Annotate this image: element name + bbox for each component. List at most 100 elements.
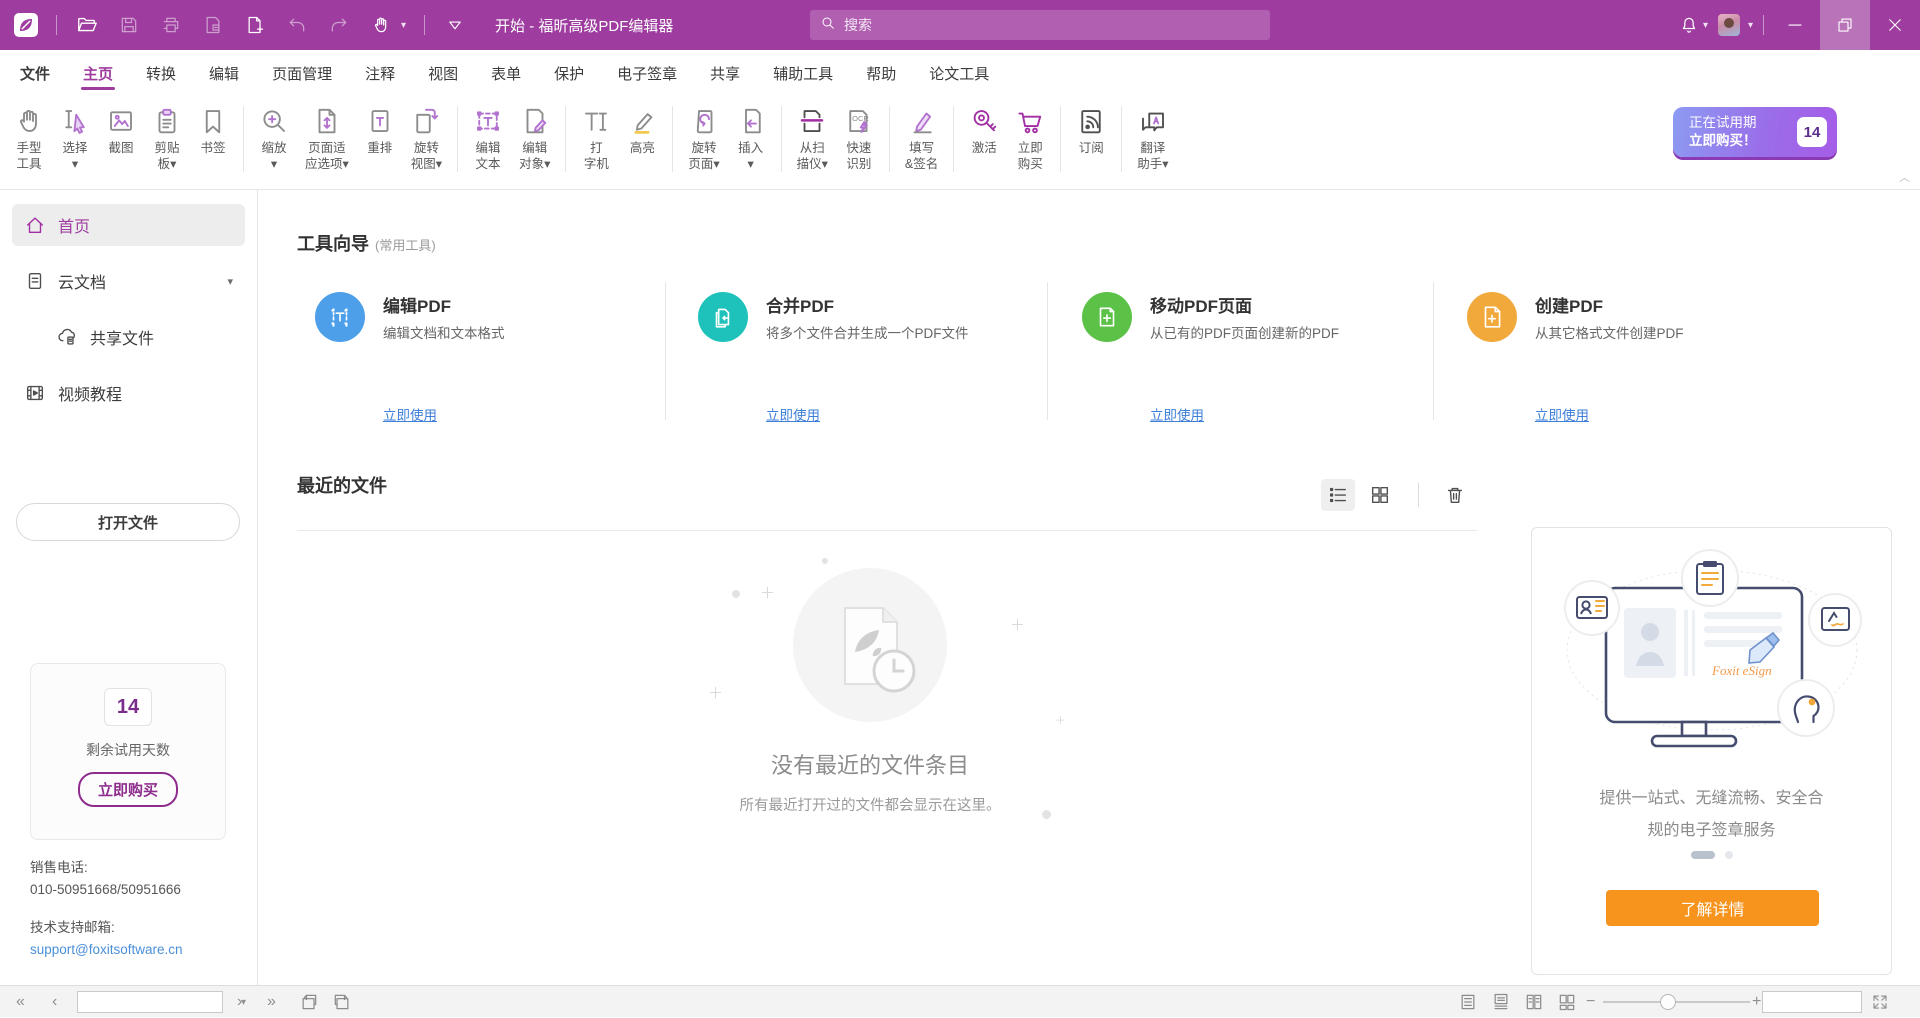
- rotate-pages-button[interactable]: 旋转页面▾: [680, 104, 727, 172]
- save-icon[interactable]: [117, 13, 141, 37]
- buy-now-pill-button[interactable]: 立即购买: [78, 772, 178, 807]
- zoom-level-combobox[interactable]: ▾: [1762, 991, 1862, 1013]
- zoom-out-icon[interactable]: −: [1586, 986, 1595, 1018]
- facing-continuous-view-icon[interactable]: [1555, 991, 1579, 1013]
- print-icon[interactable]: [159, 13, 183, 37]
- hand-tool-caret-icon[interactable]: ▾: [401, 20, 406, 31]
- zoom-slider-track[interactable]: [1603, 1001, 1750, 1003]
- support-email-link[interactable]: support@foxitsoftware.cn: [30, 939, 183, 961]
- hand-tool-quick-icon[interactable]: [369, 13, 393, 37]
- snapshot-button[interactable]: 截图: [98, 104, 144, 172]
- select-tool-button[interactable]: 选择▾: [52, 104, 98, 172]
- minimize-button[interactable]: [1770, 0, 1820, 50]
- sidebar: 首页 云文档 ▾ 共享文件 视频教程 打开文件 14 剩余试用天数 立即购买 销…: [0, 190, 258, 985]
- menu-help[interactable]: 帮助: [864, 53, 898, 94]
- menu-form[interactable]: 表单: [489, 53, 523, 94]
- menu-share[interactable]: 共享: [708, 53, 742, 94]
- menu-protect[interactable]: 保护: [552, 53, 586, 94]
- menu-edit[interactable]: 编辑: [207, 53, 241, 94]
- first-page-icon[interactable]: «: [16, 986, 25, 1018]
- from-scanner-button[interactable]: 从扫描仪▾: [789, 104, 836, 172]
- zoom-slider-thumb[interactable]: [1660, 994, 1676, 1010]
- cloud-docs-caret-icon[interactable]: ▾: [227, 275, 233, 288]
- menu-esign[interactable]: 电子签章: [615, 53, 679, 94]
- grid-view-button[interactable]: [1363, 479, 1397, 511]
- subscribe-button[interactable]: 订阅: [1068, 104, 1114, 172]
- translate-assistant-button[interactable]: 翻译助手▾: [1129, 104, 1176, 172]
- undo-icon[interactable]: [285, 13, 309, 37]
- zoom-button[interactable]: 缩放▾: [251, 104, 297, 172]
- use-now-link[interactable]: 立即使用: [383, 404, 437, 424]
- menu-view[interactable]: 视图: [426, 53, 460, 94]
- zoom-in-icon[interactable]: +: [1752, 986, 1761, 1018]
- last-page-icon[interactable]: »: [267, 986, 276, 1018]
- tool-card-create-pdf[interactable]: 创建PDF 从其它格式文件创建PDF 立即使用: [1467, 282, 1817, 432]
- list-view-button[interactable]: [1321, 479, 1355, 511]
- account-caret-icon[interactable]: ▾: [1748, 20, 1753, 31]
- continuous-view-icon[interactable]: [1489, 991, 1513, 1013]
- redo-icon[interactable]: [327, 13, 351, 37]
- page-number-caret-icon[interactable]: ▾: [241, 997, 251, 1008]
- trial-badge[interactable]: 正在试用期 立即购买！ 14: [1673, 107, 1837, 157]
- menu-accessibility[interactable]: 辅助工具: [771, 53, 835, 94]
- page-fit-options-button[interactable]: 页面适应选项▾: [297, 104, 357, 172]
- menu-comment[interactable]: 注释: [363, 53, 397, 94]
- tool-card-move-pdf-pages[interactable]: 移动PDF页面 从已有的PDF页面创建新的PDF 立即使用: [1082, 282, 1432, 432]
- bookmark-button[interactable]: 书签: [190, 104, 236, 172]
- sidebar-item-cloud-docs[interactable]: 云文档 ▾: [12, 260, 245, 302]
- facing-view-icon[interactable]: [1522, 991, 1546, 1013]
- edit-object-button[interactable]: 编辑对象▾: [511, 104, 558, 172]
- notifications-caret-icon[interactable]: ▾: [1703, 20, 1708, 31]
- menu-file[interactable]: 文件: [18, 53, 52, 94]
- activate-button[interactable]: 激活: [961, 104, 1007, 172]
- notifications-bell-icon[interactable]: [1677, 13, 1701, 37]
- fill-sign-button[interactable]: 填写&签名: [897, 104, 946, 172]
- next-page-icon[interactable]: ›: [237, 986, 242, 1018]
- highlight-button[interactable]: 高亮: [619, 104, 665, 172]
- document-export-icon[interactable]: [201, 13, 225, 37]
- carousel-dots[interactable]: [1532, 851, 1891, 859]
- previous-view-icon[interactable]: [297, 991, 321, 1013]
- rotate-view-button[interactable]: 旋转视图▾: [403, 104, 450, 172]
- zoom-level-input[interactable]: [1763, 992, 1920, 1012]
- menu-home[interactable]: 主页: [81, 53, 115, 94]
- insert-pages-button[interactable]: 插入▾: [728, 104, 774, 172]
- menu-page-organize[interactable]: 页面管理: [270, 53, 334, 94]
- use-now-link[interactable]: 立即使用: [1150, 404, 1204, 424]
- quick-ocr-button[interactable]: OCR 快速识别: [836, 104, 882, 172]
- learn-more-button[interactable]: 了解详情: [1606, 890, 1819, 926]
- open-file-icon[interactable]: [75, 13, 99, 37]
- clipboard-button[interactable]: 剪贴板▾: [144, 104, 190, 172]
- tool-card-merge-pdf[interactable]: 合并PDF 将多个文件合并生成一个PDF文件 立即使用: [698, 282, 1048, 432]
- close-button[interactable]: [1870, 0, 1920, 50]
- use-now-link[interactable]: 立即使用: [1535, 404, 1589, 424]
- collapse-toolbar-icon[interactable]: [443, 13, 467, 37]
- new-document-icon[interactable]: [243, 13, 267, 37]
- collapse-ribbon-icon[interactable]: ︿: [1899, 169, 1910, 185]
- search-input[interactable]: [844, 17, 1260, 33]
- single-page-view-icon[interactable]: [1456, 991, 1480, 1013]
- hand-tool-button[interactable]: 手型工具: [6, 104, 52, 172]
- tool-card-edit-pdf[interactable]: 编辑PDF 编辑文档和文本格式 立即使用: [315, 282, 665, 432]
- sidebar-item-video-tutorials[interactable]: 视频教程: [12, 372, 245, 414]
- menu-convert[interactable]: 转换: [144, 53, 178, 94]
- typewriter-button[interactable]: 打字机: [573, 104, 619, 172]
- search-bar[interactable]: [810, 10, 1270, 40]
- buy-now-button[interactable]: 立即购买: [1007, 104, 1053, 172]
- use-now-link[interactable]: 立即使用: [766, 404, 820, 424]
- previous-page-icon[interactable]: ‹: [52, 986, 57, 1018]
- restore-window-button[interactable]: [1820, 0, 1870, 50]
- trial-badge-line2: 立即购买！: [1689, 132, 1797, 150]
- reflow-button[interactable]: 重排: [357, 104, 403, 172]
- clear-recent-trash-button[interactable]: [1438, 479, 1472, 511]
- edit-text-button[interactable]: 编辑文本: [465, 104, 511, 172]
- menu-paper-tools[interactable]: 论文工具: [927, 53, 991, 94]
- open-file-button[interactable]: 打开文件: [16, 503, 240, 541]
- page-number-combobox[interactable]: ▾: [77, 991, 223, 1013]
- sidebar-item-shared-files[interactable]: 共享文件: [44, 316, 245, 358]
- user-avatar[interactable]: [1718, 14, 1740, 36]
- page-number-input[interactable]: [78, 992, 241, 1012]
- next-view-icon[interactable]: [330, 991, 354, 1013]
- sidebar-item-home[interactable]: 首页: [12, 204, 245, 246]
- fullscreen-icon[interactable]: [1868, 991, 1892, 1013]
